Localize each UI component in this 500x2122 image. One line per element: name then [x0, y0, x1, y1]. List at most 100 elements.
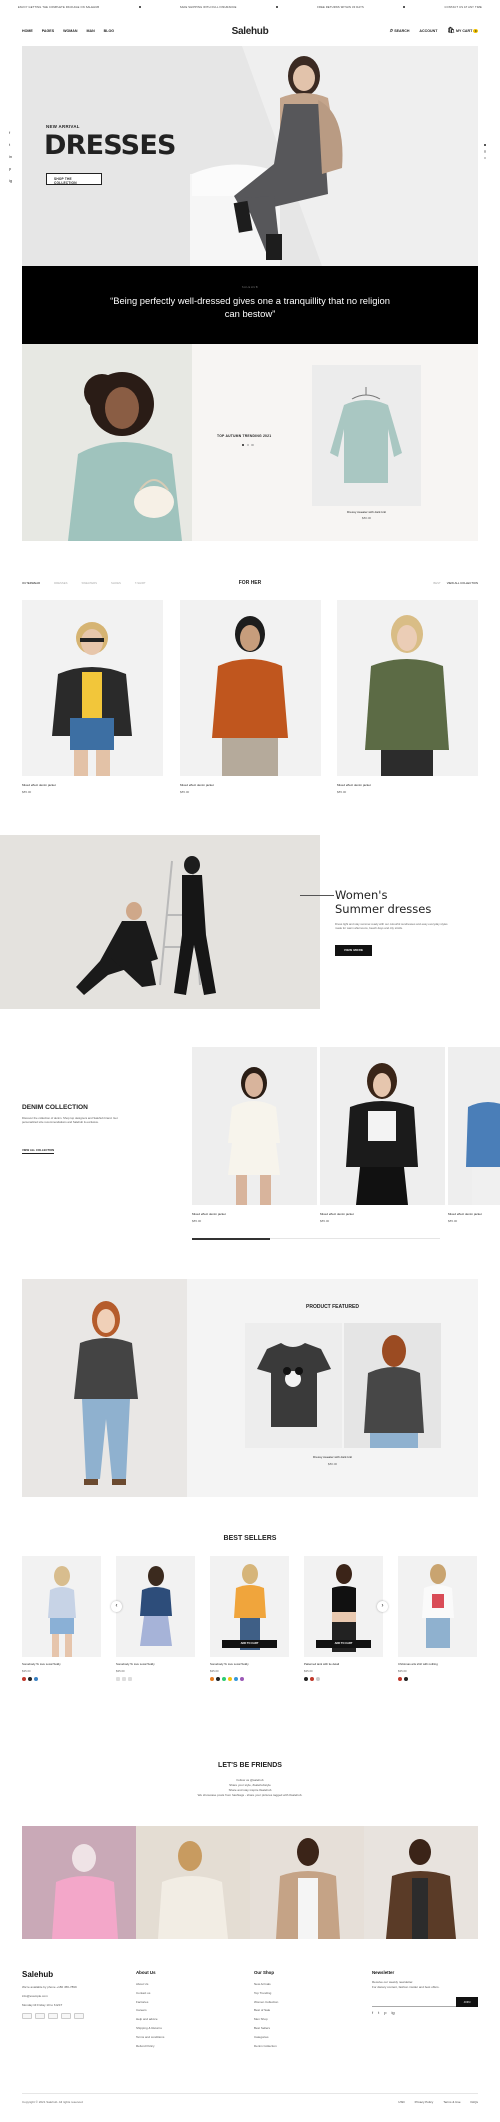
product-image[interactable] — [22, 600, 163, 776]
featured-product-image-back[interactable] — [344, 1323, 441, 1448]
instagram-icon[interactable]: ig — [9, 178, 12, 183]
tab-sweaters[interactable]: SWEATERS — [82, 581, 98, 585]
swatch[interactable] — [28, 1677, 32, 1681]
pinterest-icon[interactable]: p — [9, 166, 12, 171]
slider-dot[interactable] — [484, 144, 487, 147]
swatch[interactable] — [222, 1677, 226, 1681]
view-all-collection-link[interactable]: VIEW ALL COLLECTION — [22, 1148, 55, 1154]
facebook-icon[interactable]: f — [9, 130, 12, 135]
twitter-icon[interactable]: t — [9, 142, 12, 147]
tab-dresses[interactable]: DRESSES — [54, 581, 67, 585]
currency-selector[interactable]: USD — [398, 2100, 404, 2104]
swatch[interactable] — [228, 1677, 232, 1681]
footer-link[interactable]: Help and advice — [136, 2015, 242, 2024]
product-card[interactable]: Mixed effect denim jacket $85.00 — [320, 1047, 445, 1223]
site-logo[interactable]: Salehub — [174, 26, 326, 37]
footer-link[interactable]: Factories — [136, 1998, 242, 2007]
product-name[interactable]: Somebody To Live Local Teddy — [210, 1662, 289, 1666]
pager-dot[interactable] — [246, 444, 249, 447]
view-more-button[interactable]: VIEW MORE — [335, 945, 372, 956]
footer-contact-line[interactable]: info@example.com — [22, 1992, 128, 2001]
next-arrow-icon[interactable]: › — [377, 1601, 388, 1612]
product-image[interactable] — [116, 1556, 195, 1657]
footer-link[interactable]: Refund Policy — [136, 2042, 242, 2051]
swatch[interactable] — [210, 1677, 214, 1681]
swatch[interactable] — [310, 1677, 314, 1681]
product-card[interactable]: Christmas arts shirt with nothing $35.00 — [398, 1556, 477, 1681]
swatch[interactable] — [216, 1677, 220, 1681]
product-image[interactable] — [398, 1556, 477, 1657]
slider-dot[interactable] — [484, 156, 487, 160]
swatch[interactable] — [398, 1677, 402, 1681]
product-card[interactable]: ADD TO CART Somebody To Live Local Teddy… — [210, 1556, 289, 1681]
product-card[interactable]: Mixed effect denim jacket $85.00 — [22, 600, 163, 794]
instagram-icon[interactable]: ig — [391, 2011, 394, 2016]
footer-link[interactable]: Best of Sale — [254, 2006, 360, 2015]
swatch[interactable] — [34, 1677, 38, 1681]
product-image[interactable] — [192, 1047, 317, 1205]
footer-link[interactable]: Contact us — [136, 1989, 242, 1998]
cart-link[interactable]: 🛍 MY CART 0 — [447, 28, 478, 34]
subscribe-button[interactable]: JOIN — [456, 1997, 478, 2008]
footer-link[interactable]: Categories — [254, 2033, 360, 2042]
instagram-photo[interactable] — [364, 1826, 478, 1939]
swatch[interactable] — [234, 1677, 238, 1681]
trending-product-name[interactable]: Dressy sweater with dark knit — [312, 510, 421, 514]
privacy-link[interactable]: Privacy Policy — [415, 2100, 434, 2104]
footer-link[interactable]: About Us — [136, 1980, 242, 1989]
size-option[interactable] — [122, 1677, 126, 1681]
swatch[interactable] — [304, 1677, 308, 1681]
view-all-link[interactable]: VIEW ALL COLLECTION — [447, 581, 478, 585]
menu-item-pages[interactable]: PAGES — [42, 29, 54, 33]
product-image[interactable] — [448, 1047, 500, 1205]
swatch[interactable] — [404, 1677, 408, 1681]
pager-dot[interactable] — [251, 444, 254, 447]
facebook-icon[interactable]: f — [372, 2011, 373, 2016]
product-name[interactable]: Mixed effect denim jacket — [180, 783, 321, 787]
product-name[interactable]: Somebody To Live Local Teddy — [116, 1662, 195, 1666]
footer-link[interactable]: Denim Collection — [254, 2042, 360, 2051]
instagram-photo[interactable] — [22, 1826, 136, 1939]
footer-link[interactable]: Men Shop — [254, 2015, 360, 2024]
account-link[interactable]: ACCOUNT — [419, 29, 437, 33]
product-card[interactable]: Mixed effect denim jacket $85.00 — [192, 1047, 317, 1223]
product-name[interactable]: Mixed effect denim jacket — [192, 1212, 317, 1216]
product-name[interactable]: Mixed effect denim jacket — [448, 1212, 500, 1216]
menu-item-woman[interactable]: WOMAN — [63, 29, 77, 33]
footer-link[interactable]: Women Collection — [254, 1998, 360, 2007]
faq-link[interactable]: FAQs — [470, 2100, 478, 2104]
footer-link[interactable]: Careers — [136, 2006, 242, 2015]
footer-link[interactable]: New Arrivals — [254, 1980, 360, 1989]
product-image[interactable]: ADD TO CART — [210, 1556, 289, 1657]
prev-arrow-icon[interactable]: ‹ — [111, 1601, 122, 1612]
carousel-scrollbar-thumb[interactable] — [192, 1237, 270, 1240]
footer-logo[interactable]: Salehub — [22, 1970, 128, 1980]
menu-item-man[interactable]: MAN — [86, 29, 94, 33]
product-name[interactable]: Christmas arts shirt with nothing — [398, 1662, 477, 1666]
tab-shoes[interactable]: SHOES — [111, 581, 121, 585]
menu-item-blog[interactable]: BLOG — [104, 29, 114, 33]
swatch[interactable] — [316, 1677, 320, 1681]
product-card[interactable]: Somebody To Live Local Teddy $35.00 — [116, 1556, 195, 1681]
size-option[interactable] — [128, 1677, 132, 1681]
instagram-photo[interactable] — [250, 1826, 364, 1939]
swatch[interactable] — [240, 1677, 244, 1681]
product-card[interactable]: Mixed effect denim jacket $85.00 — [337, 600, 478, 794]
pinterest-icon[interactable]: p — [384, 2011, 386, 2016]
product-card[interactable]: Somebody To Live Local Teddy $35.00 — [22, 1556, 101, 1681]
instagram-photo[interactable] — [136, 1826, 250, 1939]
linkedin-icon[interactable]: in — [9, 154, 12, 159]
product-name[interactable]: Mixed effect denim jacket — [22, 783, 163, 787]
menu-item-home[interactable]: HOME — [22, 29, 33, 33]
featured-product-name[interactable]: Dressy sweater with dark knit — [187, 1455, 478, 1459]
add-to-cart-button[interactable]: ADD TO CART — [316, 1640, 371, 1648]
email-field[interactable] — [372, 1997, 456, 2008]
product-name[interactable]: Somebody To Live Local Teddy — [22, 1662, 101, 1666]
product-image[interactable]: ADD TO CART — [304, 1556, 383, 1657]
search-link[interactable]: ⌕ SEARCH — [390, 28, 410, 34]
footer-link[interactable]: Shipping & Returns — [136, 2024, 242, 2033]
product-image[interactable] — [320, 1047, 445, 1205]
product-image[interactable] — [22, 1556, 101, 1657]
footer-link[interactable]: Terms and conditions — [136, 2033, 242, 2042]
featured-product-image-front[interactable] — [245, 1323, 342, 1448]
